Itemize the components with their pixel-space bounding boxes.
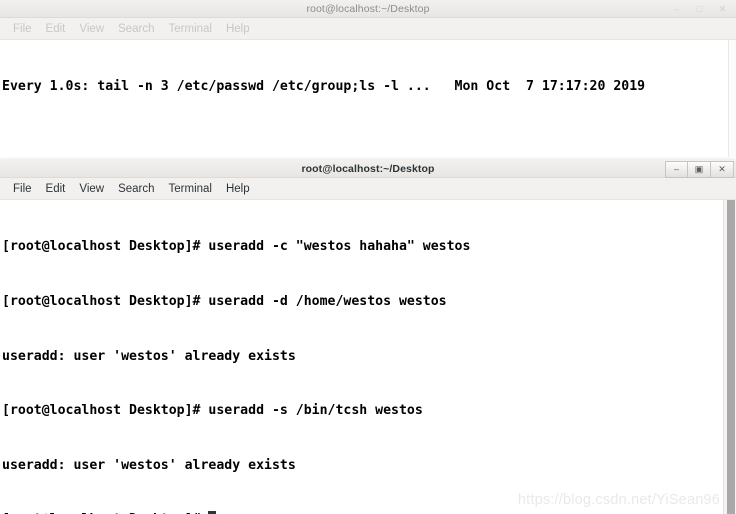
terminal-line: [root@localhost Desktop]# useradd -s /bi… <box>2 403 423 419</box>
terminal-line: [root@localhost Desktop]# useradd -d /ho… <box>2 294 447 309</box>
terminal-output-shell[interactable]: [root@localhost Desktop]# useradd -c "we… <box>0 200 736 514</box>
window-title-shell: root@localhost:~/Desktop <box>301 162 435 175</box>
maximize-button-watch[interactable]: □ <box>688 1 711 18</box>
menu-help-shell[interactable]: Help <box>219 178 257 200</box>
menu-view-shell[interactable]: View <box>72 178 111 200</box>
menu-terminal-watch[interactable]: Terminal <box>162 18 219 40</box>
maximize-button-shell[interactable]: ▣ <box>688 160 711 178</box>
scrollbar-shell[interactable] <box>723 200 736 514</box>
menubar-watch: File Edit View Search Terminal Help <box>0 18 736 40</box>
menu-edit-shell[interactable]: Edit <box>39 178 73 200</box>
terminal-window-watch[interactable]: root@localhost:~/Desktop – □ ✕ File Edit… <box>0 0 736 157</box>
menu-terminal-shell[interactable]: Terminal <box>162 178 219 200</box>
terminal-line: useradd: user 'westos' already exists <box>2 457 296 473</box>
menu-view-watch[interactable]: View <box>72 18 111 40</box>
window-title-watch: root@localhost:~/Desktop <box>306 2 430 15</box>
window-controls-shell: – ▣ ✕ <box>665 160 734 178</box>
scrollbar-watch[interactable] <box>728 40 736 157</box>
menu-file-shell[interactable]: File <box>6 178 39 200</box>
terminal-line: [root@localhost Desktop]# useradd -c "we… <box>2 239 471 255</box>
menu-file-watch[interactable]: File <box>6 18 39 40</box>
menu-help-watch[interactable]: Help <box>219 18 257 40</box>
minimize-button-watch[interactable]: – <box>665 1 688 18</box>
close-button-watch[interactable]: ✕ <box>711 1 734 18</box>
titlebar-shell[interactable]: root@localhost:~/Desktop – ▣ ✕ <box>0 160 736 178</box>
terminal-output-watch[interactable]: Every 1.0s: tail -n 3 /etc/passwd /etc/g… <box>0 40 736 157</box>
menu-edit-watch[interactable]: Edit <box>39 18 73 40</box>
menu-search-shell[interactable]: Search <box>111 178 161 200</box>
window-controls-watch: – □ ✕ <box>665 0 734 18</box>
terminal-window-shell[interactable]: root@localhost:~/Desktop – ▣ ✕ File Edit… <box>0 160 736 514</box>
scrollbar-thumb-shell[interactable] <box>727 200 735 514</box>
titlebar-watch[interactable]: root@localhost:~/Desktop – □ ✕ <box>0 0 736 18</box>
menubar-shell: File Edit View Search Terminal Help <box>0 178 736 200</box>
watch-header-line: Every 1.0s: tail -n 3 /etc/passwd /etc/g… <box>2 79 646 95</box>
close-button-shell[interactable]: ✕ <box>711 160 734 178</box>
minimize-button-shell[interactable]: – <box>665 160 688 178</box>
terminal-line: useradd: user 'westos' already exists <box>2 348 296 364</box>
menu-search-watch[interactable]: Search <box>111 18 161 40</box>
